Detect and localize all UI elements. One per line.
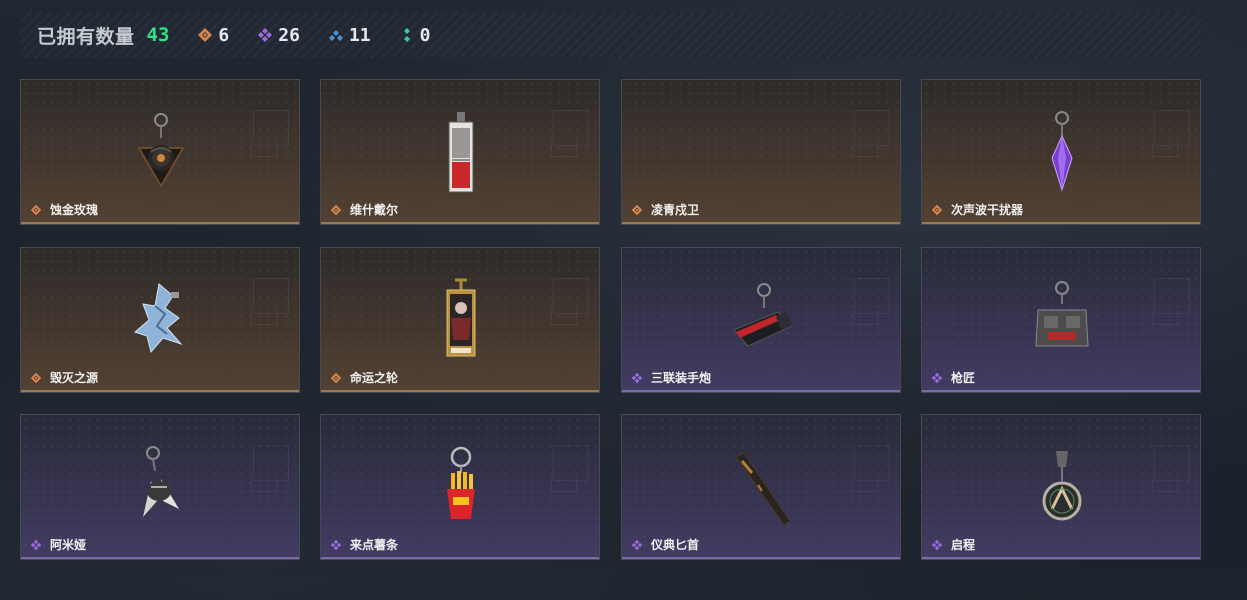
epic-rarity-icon — [931, 372, 943, 383]
epic-rarity-icon — [631, 539, 643, 550]
legendary-rarity-icon — [631, 204, 643, 215]
legendary-rarity-icon — [330, 204, 342, 215]
charm-name: 凌青戍卫 — [651, 203, 700, 217]
purple-crystal-charm-icon — [1051, 111, 1073, 192]
charm-card[interactable]: 次声波干扰器 — [921, 79, 1201, 225]
charm-name: 蚀金玫瑰 — [50, 203, 99, 217]
charm-card[interactable]: 维什戴尔 — [320, 79, 600, 225]
common-rarity-icon — [403, 28, 410, 42]
charm-card[interactable]: 来点薯条 — [320, 414, 600, 560]
red-hand-cannon-charm-icon — [733, 283, 793, 347]
legendary-rarity-icon — [198, 28, 213, 42]
card-charm-icon — [448, 112, 474, 193]
rare-rarity-icon — [328, 30, 343, 41]
charm-name: 毁灭之源 — [50, 371, 99, 385]
legendary-count: 6 — [218, 24, 230, 46]
charm-card[interactable]: 启程 — [921, 414, 1201, 560]
epic-rarity-icon — [330, 539, 342, 550]
charm-card[interactable]: 凌青戍卫 — [621, 79, 901, 225]
charm-card[interactable]: 枪匠 — [921, 247, 1201, 393]
charm-card[interactable]: 蚀金玫瑰 — [20, 79, 300, 225]
legendary-rarity-icon — [30, 372, 42, 383]
epic-count: 26 — [278, 24, 300, 46]
legendary-rarity-icon — [330, 372, 342, 383]
dark-rose-charm-icon — [137, 113, 185, 188]
rarity-counter-rare: 11 — [328, 25, 371, 46]
french-fries-charm-icon — [447, 446, 475, 519]
charm-name: 阿米娅 — [50, 538, 87, 552]
charm-card[interactable]: 毁灭之源 — [20, 247, 300, 393]
charm-card[interactable]: 命运之轮 — [320, 247, 600, 393]
charm-name: 来点薯条 — [350, 538, 399, 552]
common-count: 0 — [419, 24, 431, 46]
rare-count: 11 — [348, 24, 371, 46]
charm-name: 启程 — [951, 538, 976, 552]
charm-card[interactable]: 三联装手炮 — [621, 247, 901, 393]
legendary-rarity-icon — [931, 204, 943, 215]
epic-rarity-icon — [931, 539, 943, 550]
charm-name: 命运之轮 — [350, 371, 399, 385]
rarity-counter-epic: 26 — [257, 25, 300, 46]
gunsmith-vest-charm-icon — [1035, 281, 1089, 347]
charm-card[interactable]: 阿米娅 — [20, 414, 300, 560]
charm-name: 仪典匕首 — [651, 538, 700, 552]
medal-charm-icon — [1042, 451, 1082, 521]
bunny-ears-charm-icon — [143, 446, 179, 517]
charm-name: 维什戴尔 — [350, 203, 399, 217]
collection-header: 已拥有数量 43 6 26 11 0 — [20, 12, 1202, 58]
charm-name: 三联装手炮 — [651, 371, 712, 385]
owned-count-value: 43 — [146, 24, 170, 46]
epic-rarity-icon — [30, 539, 42, 550]
charm-name: 次声波干扰器 — [951, 203, 1024, 217]
epic-rarity-icon — [631, 372, 643, 383]
charm-card[interactable]: 仪典匕首 — [621, 414, 901, 560]
rarity-counter-legendary: 6 — [197, 25, 229, 46]
rarity-counter-common: 0 — [399, 24, 431, 46]
epic-rarity-icon — [258, 28, 273, 42]
tarot-card-charm-icon — [446, 278, 476, 357]
ice-dragon-charm-icon — [134, 283, 183, 354]
charm-name: 枪匠 — [951, 371, 976, 385]
owned-count-label: 已拥有数量 — [37, 25, 135, 48]
dagger-charm-icon — [735, 452, 791, 526]
legendary-rarity-icon — [30, 204, 42, 215]
